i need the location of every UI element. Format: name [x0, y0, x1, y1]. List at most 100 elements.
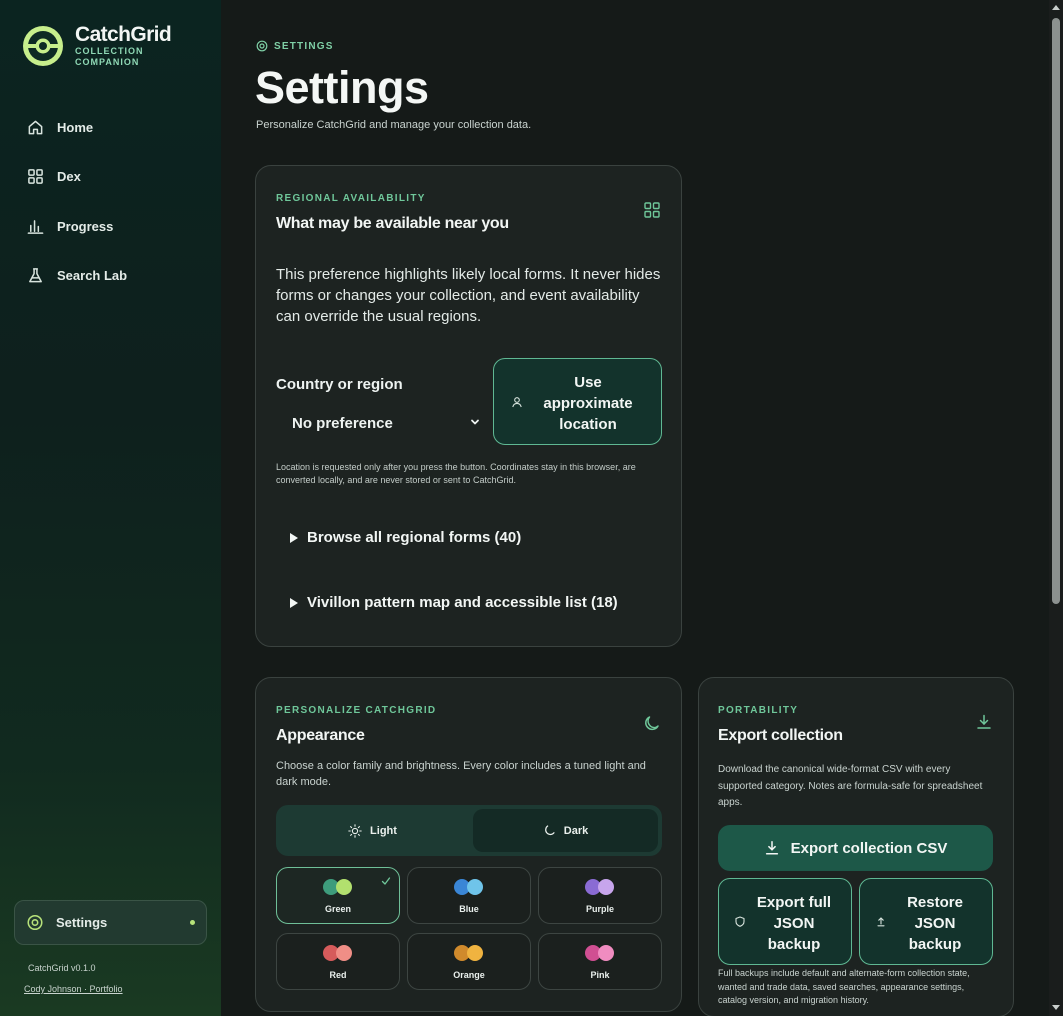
sidebar-item-settings[interactable]: Settings	[14, 900, 207, 945]
dark-mode-label: Dark	[563, 824, 589, 837]
restore-json-label: Restore JSON backup	[907, 894, 963, 953]
sidebar-item-label: Home	[57, 119, 94, 135]
swatch-dots	[585, 945, 617, 961]
export-json-label: Export full JSON backup	[756, 894, 832, 953]
bar-chart-icon	[26, 217, 44, 235]
export-csv-label: Export collection CSV	[790, 839, 948, 857]
portfolio-link[interactable]: Cody Johnson · Portfolio	[24, 984, 123, 994]
swatch-dots	[323, 879, 355, 895]
scroll-down-arrow-icon[interactable]	[1052, 1005, 1060, 1010]
use-location-button[interactable]: Use approximate location	[493, 358, 662, 445]
upload-icon	[877, 917, 885, 927]
color-swatch-orange[interactable]: Orange	[407, 933, 531, 990]
swatch-label: Orange	[453, 970, 485, 980]
disclosure-label: Browse all regional forms (40)	[307, 529, 522, 546]
color-swatch-blue[interactable]: Blue	[407, 867, 531, 924]
grid-icon	[26, 168, 44, 186]
scroll-up-arrow-icon[interactable]	[1052, 5, 1060, 10]
regional-title: What may be available near you	[276, 215, 509, 232]
page-subtitle: Personalize CatchGrid and manage your co…	[256, 119, 532, 131]
flask-icon	[26, 267, 44, 285]
export-description: Download the canonical wide-format CSV w…	[718, 764, 983, 808]
sidebar-item-label: Progress	[57, 218, 114, 234]
swatch-dot-secondary	[598, 879, 614, 895]
disclosure-triangle-icon	[290, 532, 298, 543]
app-version: CatchGrid v0.1.0	[28, 963, 96, 973]
sidebar-item-label: Settings	[56, 915, 108, 930]
restore-json-button[interactable]: Restore JSON backup	[859, 878, 993, 965]
swatch-dots	[585, 879, 617, 895]
swatch-dot-secondary	[336, 945, 352, 961]
gear-icon	[26, 914, 44, 932]
appearance-card: PERSONALIZE CATCHGRID Appearance Choose …	[255, 677, 682, 1012]
shield-icon	[735, 916, 745, 927]
swatch-label: Green	[324, 904, 351, 914]
dark-mode-option[interactable]: Dark	[473, 809, 658, 852]
swatch-dot-secondary	[467, 879, 483, 895]
export-card: PORTABILITY Export collection Download t…	[698, 677, 1014, 1016]
swatch-dots	[454, 879, 486, 895]
check-icon	[381, 877, 391, 885]
sidebar-nav: Home Dex Progress Search Lab	[16, 110, 206, 308]
brand-subtitle: COLLECTION COMPANION	[75, 46, 144, 67]
page-title: Settings	[255, 62, 429, 113]
browse-regional-forms-toggle[interactable]: Browse all regional forms (40)	[290, 529, 521, 546]
export-title: Export collection	[718, 727, 843, 744]
swatch-dot-secondary	[336, 879, 352, 895]
download-icon	[977, 714, 991, 729]
color-swatch-red[interactable]: Red	[276, 933, 400, 990]
sidebar: CatchGrid COLLECTION COMPANION Home Dex …	[0, 0, 221, 1016]
export-kicker: PORTABILITY	[718, 705, 799, 716]
location-note: Location is requested only after you pre…	[276, 462, 636, 485]
appearance-description: Choose a color family and brightness. Ev…	[276, 760, 646, 788]
catchgrid-logo-icon	[23, 26, 63, 66]
regional-kicker: REGIONAL AVAILABILITY	[276, 193, 426, 204]
appearance-title: Appearance	[276, 727, 365, 744]
download-icon	[765, 841, 778, 855]
moon-icon	[645, 716, 659, 731]
brightness-toggle: Light Dark	[276, 805, 662, 856]
scrollbar[interactable]	[1049, 0, 1063, 1016]
sidebar-item-progress[interactable]: Progress	[16, 209, 206, 243]
moon-icon	[544, 825, 555, 836]
disclosure-triangle-icon	[290, 597, 298, 608]
sidebar-item-search-lab[interactable]: Search Lab	[16, 259, 206, 293]
swatch-label: Red	[329, 970, 347, 980]
country-region-value: No preference	[292, 414, 393, 432]
light-mode-label: Light	[370, 824, 397, 837]
main-content: SETTINGS Settings Personalize CatchGrid …	[221, 0, 1049, 1016]
backup-note: Full backups include default and alterna…	[718, 968, 970, 1005]
chevron-down-icon	[471, 419, 479, 425]
brand[interactable]: CatchGrid COLLECTION COMPANION	[22, 23, 172, 68]
swatch-label: Purple	[585, 904, 614, 914]
grid-icon	[644, 202, 660, 218]
swatch-dots	[323, 945, 355, 961]
swatch-dot-secondary	[598, 945, 614, 961]
light-mode-option[interactable]: Light	[280, 809, 465, 852]
export-json-button[interactable]: Export full JSON backup	[718, 878, 852, 965]
swatch-dots	[454, 945, 486, 961]
page-eyebrow: SETTINGS	[256, 40, 334, 52]
user-icon	[512, 397, 522, 408]
color-swatch-green[interactable]: Green	[276, 867, 400, 924]
disclosure-label: Vivillon pattern map and accessible list…	[307, 594, 618, 611]
swatch-dot-secondary	[467, 945, 483, 961]
color-swatch-purple[interactable]: Purple	[538, 867, 662, 924]
brand-name: CatchGrid	[75, 23, 172, 46]
sidebar-item-label: Search Lab	[57, 268, 128, 283]
sidebar-item-home[interactable]: Home	[16, 110, 206, 144]
sidebar-item-label: Dex	[57, 169, 81, 184]
settings-small-icon	[256, 40, 268, 52]
country-region-select[interactable]: No preference	[276, 408, 481, 438]
active-indicator	[190, 920, 195, 925]
scrollbar-thumb[interactable]	[1052, 18, 1060, 604]
vivillon-map-toggle[interactable]: Vivillon pattern map and accessible list…	[290, 594, 618, 611]
appearance-kicker: PERSONALIZE CATCHGRID	[276, 705, 437, 716]
export-csv-button[interactable]: Export collection CSV	[718, 825, 993, 871]
use-location-label: Use approximate location	[543, 374, 633, 433]
sidebar-item-dex[interactable]: Dex	[16, 160, 206, 194]
color-swatch-pink[interactable]: Pink	[538, 933, 662, 990]
swatch-label: Blue	[459, 904, 479, 914]
regional-card: REGIONAL AVAILABILITY What may be availa…	[255, 165, 682, 647]
swatch-label: Pink	[590, 970, 610, 980]
